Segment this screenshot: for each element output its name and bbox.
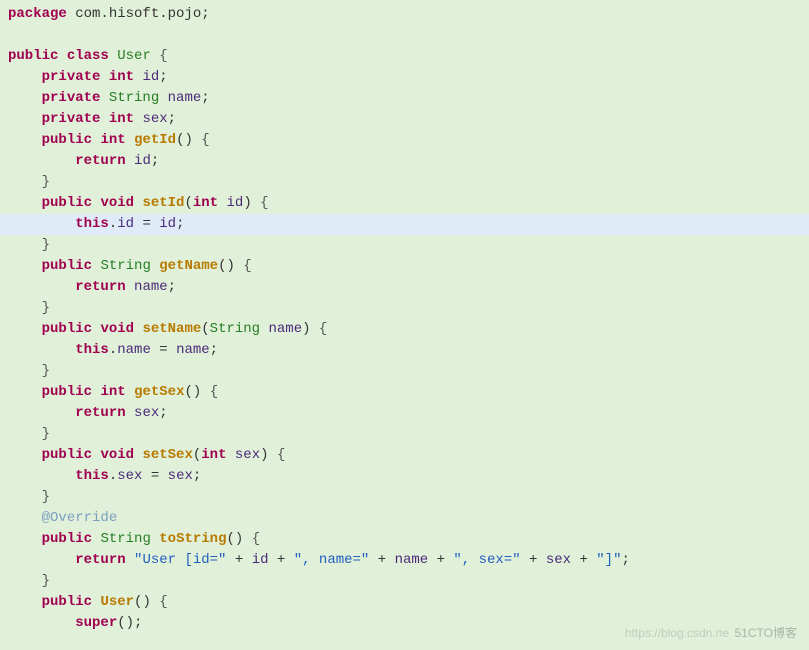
code-line: return id; (8, 151, 809, 172)
code-line: return name; (8, 277, 809, 298)
code-line: public int getSex() { (8, 382, 809, 403)
code-line: public User() { (8, 592, 809, 613)
code-line (8, 25, 809, 46)
code-line: private String name; (8, 88, 809, 109)
code-line: } (8, 571, 809, 592)
code-line: } (8, 487, 809, 508)
code-line: } (8, 424, 809, 445)
watermark-text: 51CTO博客 (735, 623, 797, 644)
code-line: public class User { (8, 46, 809, 67)
watermark-url: https://blog.csdn.ne (625, 623, 729, 644)
code-line: this.sex = sex; (8, 466, 809, 487)
code-line: private int id; (8, 67, 809, 88)
code-line: public String toString() { (8, 529, 809, 550)
code-line: @Override (8, 508, 809, 529)
code-line: public int getId() { (8, 130, 809, 151)
code-line: } (8, 298, 809, 319)
code-line: private int sex; (8, 109, 809, 130)
code-line: return "User [id=" + id + ", name=" + na… (8, 550, 809, 571)
code-line: public void setId(int id) { (8, 193, 809, 214)
code-line: } (8, 235, 809, 256)
code-line: } (8, 172, 809, 193)
code-line: public void setName(String name) { (8, 319, 809, 340)
code-line: package com.hisoft.pojo; (8, 4, 809, 25)
code-line: public void setSex(int sex) { (8, 445, 809, 466)
code-line: this.id = id; (0, 214, 809, 235)
code-editor: package com.hisoft.pojo; public class Us… (0, 0, 809, 634)
code-line: public String getName() { (8, 256, 809, 277)
code-line: } (8, 361, 809, 382)
code-line: this.name = name; (8, 340, 809, 361)
code-line: return sex; (8, 403, 809, 424)
